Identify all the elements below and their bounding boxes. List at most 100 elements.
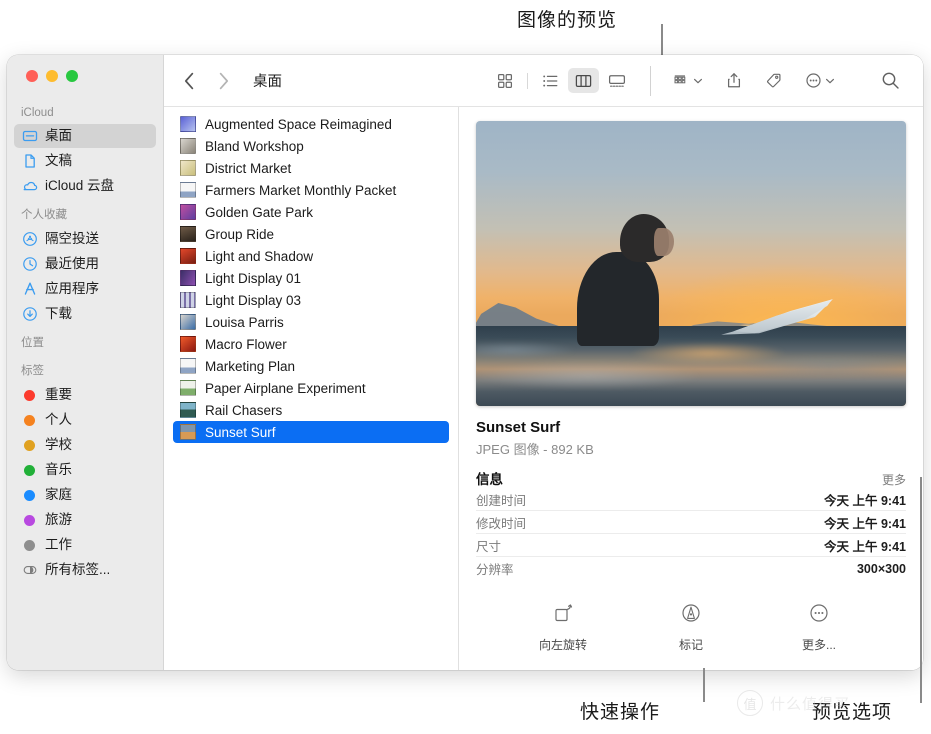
sidebar-item-tag-family[interactable]: 家庭 [14, 483, 156, 507]
sidebar: iCloud 桌面 文稿 iCloud 云盘 个人收藏 隔空投送 最近使用 应用… [7, 55, 164, 670]
list-item[interactable]: Paper Airplane Experiment [173, 377, 449, 399]
watermark-badge: 值 [737, 690, 763, 716]
file-thumbnail-icon [180, 138, 196, 154]
quick-action-markup[interactable]: 标记 [658, 602, 724, 653]
toolbar: 桌面 [164, 55, 923, 107]
file-thumbnail-icon [180, 116, 196, 132]
sidebar-item-label: 学校 [45, 437, 72, 453]
forward-button[interactable] [216, 71, 231, 91]
close-button[interactable] [26, 70, 38, 82]
sidebar-item-documents[interactable]: 文稿 [14, 149, 156, 173]
navigation-arrows [182, 71, 231, 91]
list-item[interactable]: Bland Workshop [173, 135, 449, 157]
icon-view-button[interactable] [489, 68, 520, 93]
list-item[interactable]: Marketing Plan [173, 355, 449, 377]
annotation-line-preview-options [920, 477, 922, 703]
sidebar-item-desktop[interactable]: 桌面 [14, 124, 156, 148]
tags-button[interactable] [758, 68, 789, 94]
info-heading: 信息 [476, 472, 503, 487]
annotation-line-quick-actions [703, 668, 705, 702]
sidebar-item-label: 重要 [45, 387, 72, 403]
file-thumbnail-icon [180, 314, 196, 330]
sidebar-item-icloud-drive[interactable]: iCloud 云盘 [14, 174, 156, 198]
sidebar-item-all-tags[interactable]: 所有标签... [14, 558, 156, 582]
minimize-button[interactable] [46, 70, 58, 82]
sidebar-item-label: 工作 [45, 537, 72, 553]
zoom-button[interactable] [66, 70, 78, 82]
annotation-label-image-preview: 图像的预览 [517, 10, 618, 31]
list-item[interactable]: Louisa Parris [173, 311, 449, 333]
list-item[interactable]: Rail Chasers [173, 399, 449, 421]
sidebar-item-applications[interactable]: 应用程序 [14, 277, 156, 301]
downloads-icon [21, 306, 38, 323]
finder-window: iCloud 桌面 文稿 iCloud 云盘 个人收藏 隔空投送 最近使用 应用… [7, 55, 923, 670]
info-value: 300×300 [856, 561, 906, 576]
screenshot-root: 图像的预览 iCloud 桌面 文稿 iCloud 云盘 个人收藏 隔空投送 最… [0, 0, 931, 734]
file-thumbnail-icon [180, 182, 196, 198]
sidebar-item-label: 应用程序 [45, 281, 99, 297]
list-item[interactable]: Light Display 03 [173, 289, 449, 311]
sidebar-item-label: 家庭 [45, 487, 72, 503]
rotate-left-icon [552, 602, 574, 629]
column-view-button[interactable] [568, 68, 599, 93]
sidebar-item-downloads[interactable]: 下载 [14, 302, 156, 326]
cloud-icon [21, 178, 38, 195]
sidebar-item-recents[interactable]: 最近使用 [14, 252, 156, 276]
quick-action-label: 向左旋转 [538, 638, 587, 652]
list-item[interactable]: Macro Flower [173, 333, 449, 355]
toolbar-separator [650, 65, 651, 96]
file-thumbnail-icon [180, 226, 196, 242]
info-more-link[interactable]: 更多 [882, 471, 906, 488]
tag-dot-icon [21, 487, 38, 504]
view-switcher [489, 68, 632, 93]
more-actions-button[interactable] [798, 68, 842, 94]
list-item[interactable]: Farmers Market Monthly Packet [173, 179, 449, 201]
preview-image [476, 121, 906, 406]
sidebar-item-label: 文稿 [45, 153, 72, 169]
info-key: 修改时间 [476, 516, 527, 531]
all-tags-icon [21, 562, 38, 579]
file-name: Paper Airplane Experiment [205, 380, 366, 396]
toolbar-divider [527, 72, 528, 89]
list-item[interactable]: Golden Gate Park [173, 201, 449, 223]
file-thumbnail-icon [180, 292, 196, 308]
sidebar-item-label: 所有标签... [45, 562, 111, 578]
list-item[interactable]: Light and Shadow [173, 245, 449, 267]
back-button[interactable] [182, 71, 197, 91]
info-value: 今天 上午 9:41 [824, 493, 906, 508]
sidebar-item-label: 隔空投送 [45, 231, 99, 247]
list-item[interactable]: District Market [173, 157, 449, 179]
tag-dot-icon [21, 537, 38, 554]
quick-action-rotate-left[interactable]: 向左旋转 [530, 602, 596, 653]
breadcrumb[interactable]: 桌面 [253, 70, 282, 91]
file-metadata: Sunset Surf JPEG 图像 - 892 KB 信息 更多 创建时间 … [476, 406, 906, 653]
file-list-column[interactable]: Augmented Space Reimagined Bland Worksho… [164, 107, 459, 670]
list-view-button[interactable] [535, 68, 566, 93]
list-item[interactable]: Augmented Space Reimagined [173, 113, 449, 135]
share-button[interactable] [719, 68, 749, 94]
group-by-button[interactable] [666, 68, 710, 94]
list-item[interactable]: Group Ride [173, 223, 449, 245]
search-icon [882, 72, 899, 89]
document-icon [21, 153, 38, 170]
file-name: Macro Flower [205, 336, 287, 352]
sidebar-item-tag-music[interactable]: 音乐 [14, 458, 156, 482]
list-item-selected[interactable]: Sunset Surf [173, 421, 449, 443]
sidebar-item-tag-work[interactable]: 工作 [14, 533, 156, 557]
sidebar-item-tag-travel[interactable]: 旅游 [14, 508, 156, 532]
file-name: Louisa Parris [205, 314, 284, 330]
sidebar-item-tag-school[interactable]: 学校 [14, 433, 156, 457]
list-item[interactable]: Light Display 01 [173, 267, 449, 289]
sidebar-item-airdrop[interactable]: 隔空投送 [14, 227, 156, 251]
gallery-view-button[interactable] [601, 68, 632, 93]
annotation-label-preview-options: 预览选项 [812, 702, 893, 723]
file-name: Light Display 03 [205, 292, 302, 308]
file-thumbnail-icon [180, 380, 196, 396]
sidebar-item-tag-personal[interactable]: 个人 [14, 408, 156, 432]
file-name: Bland Workshop [205, 138, 304, 154]
sidebar-item-tag-important[interactable]: 重要 [14, 383, 156, 407]
quick-action-more[interactable]: 更多... [786, 602, 852, 653]
info-section-header: 信息 更多 [476, 458, 906, 488]
applications-icon [21, 281, 38, 298]
search-button[interactable] [874, 68, 907, 94]
